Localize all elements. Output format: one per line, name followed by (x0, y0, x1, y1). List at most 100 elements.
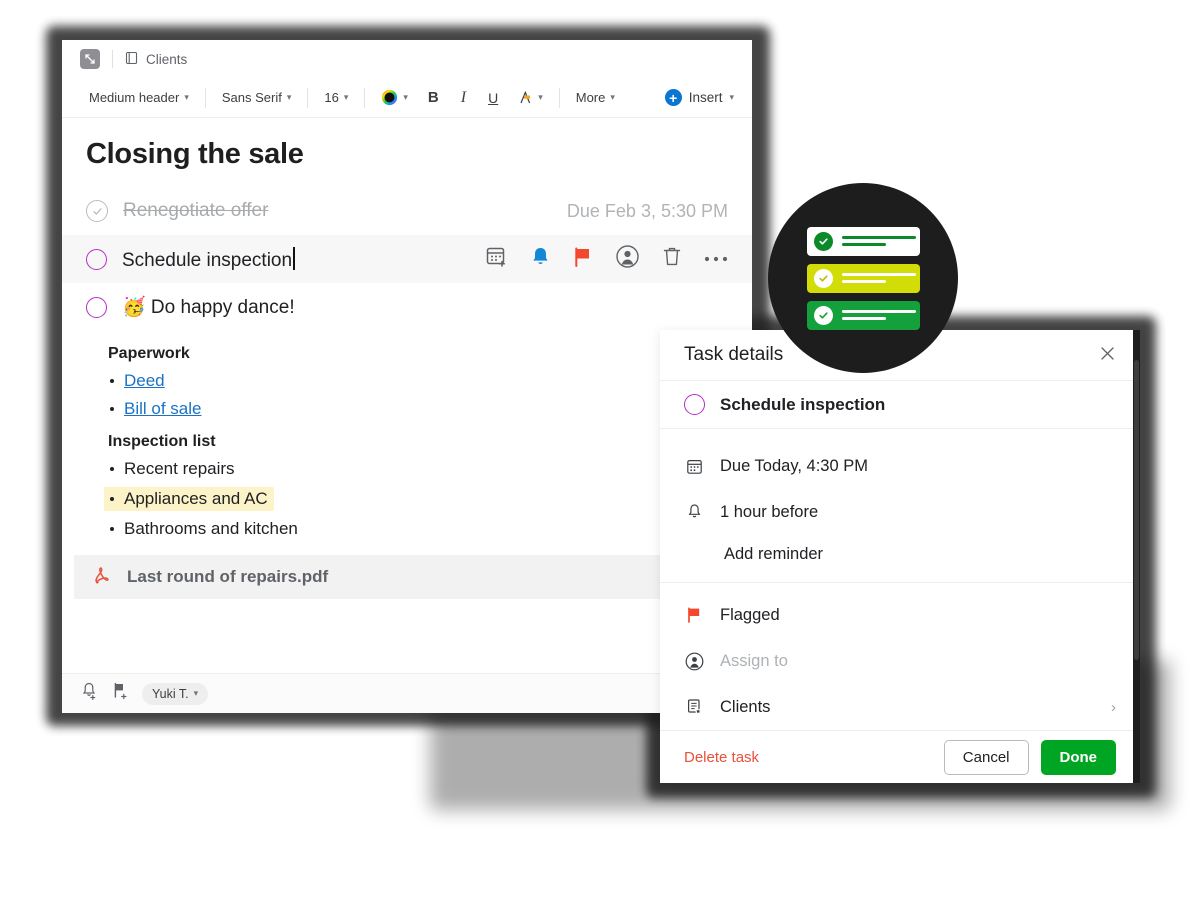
panel-row-reminder[interactable]: 1 hour before (660, 489, 1140, 535)
list-item[interactable]: Bill of sale (110, 399, 728, 419)
attachment-filename: Last round of repairs.pdf (127, 567, 329, 586)
paragraph-style-dropdown[interactable]: Medium header ▾ (80, 86, 198, 109)
section-heading-inspection: Inspection list (108, 433, 216, 450)
checkbox-unchecked-icon[interactable] (86, 296, 107, 318)
list-item[interactable]: Deed (110, 371, 728, 391)
panel-title: Task details (684, 344, 784, 366)
panel-row-flagged[interactable]: Flagged (660, 592, 1140, 638)
trash-icon[interactable] (662, 245, 682, 273)
list-item[interactable]: Bathrooms and kitchen (110, 519, 728, 539)
assign-person-icon[interactable] (615, 244, 640, 274)
panel-row-clients[interactable]: Clients › (660, 684, 1140, 730)
highlight-dropdown[interactable]: ▾ (509, 86, 552, 109)
chevron-right-icon[interactable]: › (1111, 699, 1116, 716)
chevron-down-icon: ▾ (729, 92, 734, 102)
attachment-row[interactable]: Last round of repairs.pdf (74, 555, 728, 599)
chevron-down-icon: ▾ (193, 688, 199, 698)
badge-lines (841, 273, 916, 283)
panel-row-label: Add reminder (724, 544, 824, 563)
plus-icon: + (664, 89, 682, 106)
list-item-link[interactable]: Deed (124, 371, 165, 391)
document-tab-clients[interactable]: Clients (125, 51, 187, 68)
add-flag-icon[interactable] (111, 681, 130, 706)
list-item[interactable]: Recent repairs (110, 459, 728, 479)
underline-label: U (488, 89, 499, 106)
task-label: Schedule inspection (122, 246, 295, 272)
text-cursor (293, 246, 295, 270)
checkbox-checked-icon[interactable] (86, 200, 108, 222)
insert-label: Insert (688, 90, 723, 105)
highlighter-icon (518, 90, 533, 105)
document-window: Clients Medium header ▾ Sans Serif ▾ 16 … (62, 40, 752, 713)
toolbar-divider (307, 87, 309, 108)
add-reminder-icon[interactable] (80, 681, 99, 706)
screenshot-root: Clients Medium header ▾ Sans Serif ▾ 16 … (0, 0, 1201, 906)
page-title: Closing the sale (86, 138, 304, 170)
list-item-label: Appliances and AC (124, 489, 268, 508)
panel-row-label: Clients (720, 697, 771, 716)
bell-icon (684, 503, 704, 521)
delete-task-link[interactable]: Delete task (684, 749, 759, 766)
bullet-icon (110, 527, 114, 531)
task-row-happy-dance[interactable]: 🥳 Do happy dance! (62, 283, 752, 331)
font-size-dropdown[interactable]: 16 ▾ (315, 86, 357, 109)
document-statusbar: Yuki T. ▾ All chan (62, 673, 752, 713)
bullet-icon (110, 467, 114, 471)
task-row-actions (485, 244, 728, 274)
panel-divider (660, 582, 1140, 584)
list-item-label: Bathrooms and kitchen (124, 519, 298, 538)
chevron-down-icon: ▾ (610, 92, 615, 102)
toolbar-divider (558, 87, 560, 108)
expand-arrows-icon[interactable] (80, 49, 100, 69)
cancel-button[interactable]: Cancel (943, 739, 1029, 775)
flag-icon (684, 606, 704, 624)
italic-button[interactable]: I (450, 85, 477, 111)
panel-scrollbar[interactable] (1133, 330, 1140, 783)
task-row-schedule-inspection[interactable]: Schedule inspection (62, 235, 752, 283)
note-star-icon (684, 698, 704, 716)
bold-button[interactable]: B (417, 85, 450, 110)
done-button[interactable]: Done (1040, 739, 1116, 775)
bell-icon[interactable] (530, 246, 551, 273)
check-icon (813, 231, 833, 251)
checkbox-unchecked-icon[interactable] (684, 394, 705, 416)
calendar-add-icon[interactable] (485, 245, 508, 273)
document-titlebar: Clients (62, 40, 752, 78)
document-body: Closing the sale Renegotiate offer Due F… (62, 118, 752, 599)
font-size-label: 16 (324, 90, 339, 105)
flag-icon[interactable] (573, 246, 593, 273)
panel-footer: Delete task Cancel Done (660, 730, 1140, 783)
chevron-down-icon: ▾ (286, 92, 292, 102)
panel-task-row[interactable]: Schedule inspection (660, 381, 1140, 430)
task-due-label: Due Feb 3, 5:30 PM (566, 200, 728, 221)
panel-row-due[interactable]: Due Today, 4:30 PM (660, 443, 1140, 489)
checkbox-unchecked-icon[interactable] (86, 248, 107, 270)
panel-row-add-reminder[interactable]: Add reminder (660, 535, 1140, 573)
list-item-link[interactable]: Bill of sale (124, 399, 201, 419)
user-label: Yuki T. (152, 686, 189, 701)
more-options-icon[interactable] (704, 250, 728, 268)
check-icon (813, 305, 833, 325)
panel-task-name: Schedule inspection (720, 394, 886, 414)
chevron-down-icon: ▾ (538, 92, 543, 102)
badge-bar-3 (806, 300, 920, 330)
task-row-renegotiate[interactable]: Renegotiate offer Due Feb 3, 5:30 PM (62, 187, 752, 235)
insert-button[interactable]: + Insert ▾ (664, 89, 734, 106)
more-formatting-dropdown[interactable]: More ▾ (567, 86, 624, 109)
panel-row-label: Assign to (720, 651, 788, 670)
underline-button[interactable]: U (477, 86, 509, 110)
text-color-dropdown[interactable]: ▾ (372, 85, 417, 110)
user-chip[interactable]: Yuki T. ▾ (142, 682, 209, 705)
font-family-dropdown[interactable]: Sans Serif ▾ (213, 86, 301, 109)
close-icon[interactable] (1099, 345, 1116, 366)
badge-lines (841, 310, 916, 320)
list-item-highlighted[interactable]: Appliances and AC (104, 487, 274, 511)
task-label: Renegotiate offer (123, 200, 269, 221)
panel-row-assign-to[interactable]: Assign to (660, 638, 1140, 684)
color-wheel-icon (381, 89, 398, 106)
panel-row-label: Due Today, 4:30 PM (720, 456, 868, 475)
titlebar-divider (112, 50, 113, 68)
panel-scrollbar-thumb[interactable] (1134, 360, 1139, 660)
italic-label: I (460, 88, 467, 106)
more-label: More (575, 90, 606, 105)
